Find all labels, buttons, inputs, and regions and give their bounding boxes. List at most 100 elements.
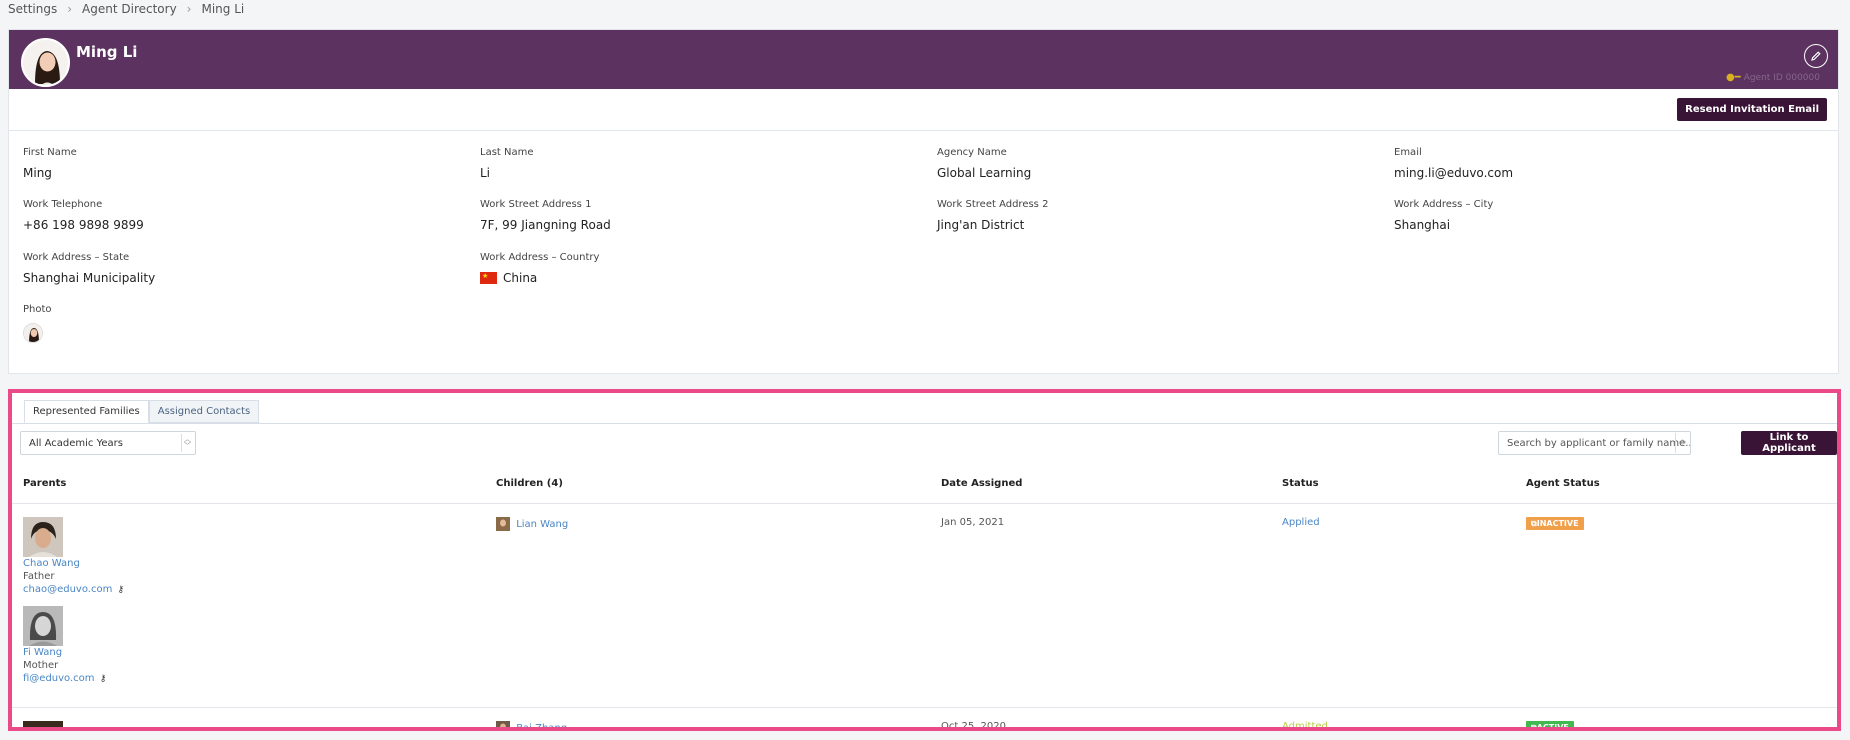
- child-cell: Bai Zhang: [496, 721, 567, 727]
- header-agent-name: Ming Li: [76, 43, 138, 61]
- parent-email-link[interactable]: fi@eduvo.com: [23, 673, 95, 684]
- select-chevrons-icon: ︿ ﹀: [181, 434, 193, 452]
- edit-button[interactable]: [1804, 44, 1828, 68]
- pencil-icon: [1811, 51, 1821, 61]
- column-header-status[interactable]: Status: [1282, 478, 1319, 489]
- field-value: Jing'an District: [937, 218, 1025, 232]
- parent-name-link[interactable]: Chao Wang: [23, 557, 124, 570]
- chevron-right-icon: ›: [186, 2, 192, 16]
- parent-role: Father: [23, 571, 55, 582]
- tab-represented-families[interactable]: Represented Families: [24, 400, 149, 423]
- search-input[interactable]: [1498, 431, 1691, 455]
- column-header-agent-status[interactable]: Agent Status: [1526, 478, 1600, 489]
- field-street-2: Work Street Address 2 Jing'an District: [937, 199, 1048, 232]
- field-agency-name: Agency Name Global Learning: [937, 147, 1031, 180]
- breadcrumb-settings[interactable]: Settings: [8, 2, 57, 16]
- field-value: Li: [480, 166, 491, 180]
- field-value: +86 198 9898 9899: [23, 218, 144, 232]
- field-value: 7F, 99 Jiangning Road: [480, 218, 611, 232]
- field-value: Shanghai: [1394, 218, 1451, 232]
- photo-image: [24, 324, 42, 342]
- field-state: Work Address – State Shanghai Municipali…: [23, 252, 155, 285]
- field-value: Ming: [23, 166, 52, 180]
- application-status: Admitted: [1282, 721, 1328, 731]
- parent-photo: [23, 606, 63, 646]
- field-label: Last Name: [480, 147, 534, 158]
- child-photo: [496, 517, 510, 531]
- field-label: Work Telephone: [23, 199, 103, 210]
- academic-year-select[interactable]: All Academic Years ︿ ﹀: [20, 431, 196, 455]
- breadcrumb: Settings › Agent Directory › Ming Li: [8, 0, 244, 18]
- select-value: All Academic Years: [29, 437, 123, 449]
- parent-photo: [23, 721, 63, 727]
- key-icon[interactable]: ⚷: [118, 585, 125, 595]
- key-icon: ●━: [1725, 72, 1741, 83]
- chevron-right-icon: ›: [67, 2, 73, 16]
- field-city: Work Address – City Shanghai: [1394, 199, 1493, 232]
- date-assigned: Oct 25, 2020: [941, 721, 1006, 731]
- column-header-parents[interactable]: Parents: [23, 478, 66, 489]
- agent-status-cell: ⧉INACTIVE: [1526, 517, 1584, 530]
- column-header-date[interactable]: Date Assigned: [941, 478, 1022, 489]
- parent-name-link[interactable]: Fi Wang: [23, 646, 106, 659]
- parent-entry: Fi Wang Mother fi@eduvo.com ⚷: [23, 606, 106, 686]
- parent-photo-image: [23, 721, 63, 727]
- country-name: China: [503, 271, 538, 285]
- field-label: Agency Name: [937, 147, 1007, 158]
- divider: [12, 423, 1837, 424]
- parent-email-link[interactable]: chao@eduvo.com: [23, 584, 112, 595]
- divider: [12, 503, 1837, 504]
- field-label: Work Street Address 2: [937, 199, 1049, 210]
- avatar: [21, 38, 70, 87]
- field-value: ming.li@eduvo.com: [1394, 166, 1514, 180]
- parent-entry: Chao Wang Father chao@eduvo.com ⚷: [23, 517, 124, 597]
- status-badge-text: ACTIVE: [1536, 723, 1569, 731]
- application-status: Applied: [1282, 517, 1320, 528]
- agent-id: ●━ Agent ID 000000: [1726, 72, 1820, 83]
- key-icon[interactable]: ⚷: [100, 674, 107, 684]
- link-to-applicant-button[interactable]: Link to Applicant: [1741, 431, 1837, 455]
- status-badge: ⧉ACTIVE: [1526, 721, 1574, 731]
- photo-thumbnail[interactable]: [23, 323, 43, 343]
- field-label: Photo: [23, 304, 52, 315]
- breadcrumb-agent-directory[interactable]: Agent Directory: [82, 2, 177, 16]
- field-work-telephone: Work Telephone +86 198 9898 9899: [23, 199, 144, 232]
- field-last-name: Last Name Li: [480, 147, 534, 180]
- parent-photo-image: [23, 517, 63, 557]
- field-label: Work Address – City: [1394, 199, 1494, 210]
- field-label: First Name: [23, 147, 77, 158]
- represented-families-panel: Represented Families Assigned Contacts A…: [8, 389, 1841, 731]
- field-value: China: [480, 271, 599, 285]
- profile-header: Ming Li ●━ Agent ID 000000: [9, 30, 1838, 89]
- breadcrumb-current: Ming Li: [201, 2, 245, 16]
- search-chevrons-icon: ︿ ﹀: [1675, 433, 1689, 453]
- divider: [12, 707, 1837, 708]
- resend-invitation-button[interactable]: Resend Invitation Email: [1677, 98, 1827, 121]
- status-badge-text: INACTIVE: [1536, 519, 1579, 528]
- child-photo-image: [496, 721, 510, 727]
- avatar-image: [23, 40, 68, 85]
- field-label: Email: [1394, 147, 1422, 158]
- field-street-1: Work Street Address 1 7F, 99 Jiangning R…: [480, 199, 611, 232]
- field-label: Work Address – Country: [480, 252, 600, 263]
- child-photo-image: [496, 517, 510, 531]
- parent-entry: [23, 721, 63, 727]
- agent-id-text: Agent ID 000000: [1743, 72, 1820, 83]
- field-label: Work Address – State: [23, 252, 130, 263]
- field-photo: Photo: [23, 304, 52, 343]
- field-country: Work Address – Country China: [480, 252, 599, 285]
- field-first-name: First Name Ming: [23, 147, 77, 180]
- field-value: Global Learning: [937, 166, 1032, 180]
- field-email: Email ming.li@eduvo.com: [1394, 147, 1513, 180]
- parent-photo: [23, 517, 63, 557]
- agent-status-cell: ⧉ACTIVE: [1526, 721, 1574, 731]
- child-photo: [496, 721, 510, 727]
- child-name-link[interactable]: Lian Wang: [516, 519, 568, 530]
- column-header-children[interactable]: Children (4): [496, 478, 563, 489]
- child-cell: Lian Wang: [496, 517, 568, 531]
- child-name-link[interactable]: Bai Zhang: [516, 723, 567, 727]
- tab-bar: Represented Families Assigned Contacts: [24, 400, 260, 423]
- parent-role: Mother: [23, 660, 59, 671]
- tab-assigned-contacts[interactable]: Assigned Contacts: [148, 400, 260, 423]
- field-value: Shanghai Municipality: [23, 271, 156, 285]
